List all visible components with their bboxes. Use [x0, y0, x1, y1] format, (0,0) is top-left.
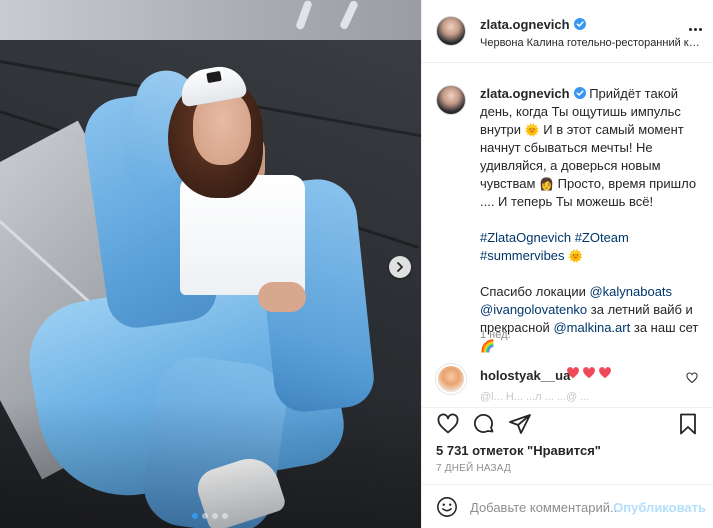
chevron-right-icon	[397, 262, 403, 272]
mention-link[interactable]: @ivangolovatenko	[480, 302, 587, 317]
caption-username[interactable]: zlata.ognevich	[480, 86, 570, 101]
post-actions	[422, 407, 713, 441]
comment-hearts	[566, 366, 612, 380]
model-hand	[258, 282, 306, 312]
share-button[interactable]	[508, 412, 532, 436]
share-icon	[509, 414, 531, 434]
comments-section: zlata.ognevich Прийдёт такой день, когда…	[422, 63, 713, 407]
author-username-row: zlata.ognevich	[480, 17, 586, 32]
save-button[interactable]	[676, 412, 700, 436]
water-background	[0, 0, 421, 40]
instagram-post-modal: zlata.ognevich Червона Калина готельно-р…	[0, 0, 713, 528]
red-heart-emoji-icon	[599, 367, 611, 379]
red-heart-emoji-icon	[583, 367, 595, 379]
author-avatar[interactable]	[436, 16, 466, 46]
comment-button[interactable]	[472, 412, 496, 436]
likes-count[interactable]: 5 731 отметок "Нравится"	[436, 443, 601, 458]
hashtag-link[interactable]: #ZlataOgnevich	[480, 230, 571, 245]
caption-author-avatar[interactable]	[436, 85, 466, 115]
red-heart-emoji-icon	[567, 367, 579, 379]
commenter-username[interactable]: holostyak__ua	[480, 368, 570, 383]
author-username[interactable]: zlata.ognevich	[480, 17, 570, 32]
comment-icon	[474, 414, 494, 433]
post-header: zlata.ognevich Червона Калина готельно-р…	[422, 0, 713, 63]
carousel-dot[interactable]	[202, 513, 208, 519]
bookmark-icon	[680, 413, 696, 435]
post-side-panel: zlata.ognevich Червона Калина готельно-р…	[421, 0, 713, 528]
caption-thanks-prefix: Спасибо локации	[480, 284, 586, 299]
carousel-dots	[192, 513, 228, 519]
post-timestamp[interactable]: 7 ДНЕЙ НАЗАД	[436, 463, 511, 474]
sun-emoji-icon: 🌞	[568, 249, 584, 263]
carousel-dot[interactable]	[222, 513, 228, 519]
hashtag-link[interactable]: #summervibes	[480, 248, 565, 263]
caption-thanks-suffix: за наш сет	[633, 320, 699, 335]
post-caption: zlata.ognevich Прийдёт такой день, когда…	[480, 85, 706, 355]
verified-badge-icon	[573, 87, 586, 99]
carousel-dot[interactable]	[192, 513, 198, 519]
commenter-avatar[interactable]	[436, 364, 466, 394]
faded-comment-text: @l... Н... ...л ... ...@ ...	[480, 391, 590, 403]
mention-link[interactable]: @kalynaboats	[589, 284, 672, 299]
heart-icon	[437, 413, 459, 434]
comment-input[interactable]	[470, 497, 630, 517]
carousel-dot[interactable]	[212, 513, 218, 519]
post-photo[interactable]	[0, 0, 421, 528]
comment-like-heart-icon[interactable]	[686, 372, 698, 384]
publish-button[interactable]: Опубликовать	[613, 500, 706, 515]
emoji-icon[interactable]	[436, 496, 458, 518]
photo-shadow	[0, 400, 421, 528]
like-button[interactable]	[436, 412, 460, 436]
verified-badge-icon	[573, 18, 586, 30]
carousel-next-button[interactable]	[389, 256, 411, 278]
caption-time: 1 нед.	[480, 329, 511, 341]
post-location[interactable]: Червона Калина готельно-ресторанний ко..…	[480, 37, 702, 49]
hashtag-link[interactable]: #ZOteam	[575, 230, 629, 245]
woman-emoji-icon: 👩	[539, 177, 554, 191]
sun-emoji-icon: 🌞	[524, 123, 540, 137]
add-comment-bar: Опубликовать	[422, 484, 713, 528]
mention-link[interactable]: @malkina.art	[553, 320, 630, 335]
more-options-icon[interactable]	[686, 22, 704, 36]
